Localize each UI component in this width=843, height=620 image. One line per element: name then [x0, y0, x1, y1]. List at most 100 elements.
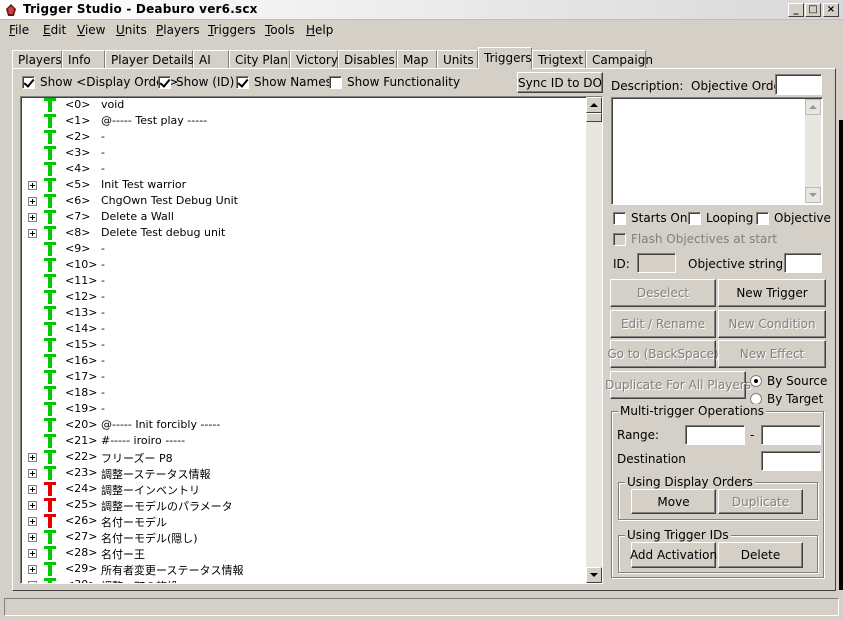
- trigger-row[interactable]: <16> -: [21, 353, 586, 369]
- add-activation-button[interactable]: Add Activation: [630, 542, 717, 568]
- trigger-row[interactable]: <28> 名付ー王: [21, 545, 586, 561]
- by-source-radio[interactable]: By Source: [750, 374, 827, 388]
- expand-icon[interactable]: [28, 469, 37, 478]
- tab-units[interactable]: Units: [437, 50, 478, 69]
- trigger-row[interactable]: <29> 所有者変更ーステータス情報: [21, 561, 586, 577]
- expand-icon[interactable]: [28, 197, 37, 206]
- tab-map[interactable]: Map: [397, 50, 437, 69]
- trigger-row[interactable]: <4> -: [21, 161, 586, 177]
- scroll-up-button[interactable]: [805, 99, 821, 115]
- minimize-button[interactable]: _: [788, 3, 804, 17]
- tab-victory[interactable]: Victory: [290, 50, 338, 69]
- trigger-row[interactable]: <18> -: [21, 385, 586, 401]
- description-textarea[interactable]: [611, 97, 823, 205]
- flash-objectives-checkbox[interactable]: Flash Objectives at start: [613, 232, 777, 246]
- trigger-row[interactable]: <1> @----- Test play -----: [21, 113, 586, 129]
- expand-icon[interactable]: [28, 453, 37, 462]
- trigger-row[interactable]: <13> -: [21, 305, 586, 321]
- trigger-row[interactable]: <17> -: [21, 369, 586, 385]
- tab-trigtext[interactable]: Trigtext: [532, 50, 586, 69]
- trigger-row[interactable]: <0> void: [21, 97, 586, 113]
- trigger-row[interactable]: <25> 調整ーモデルのパラメータ: [21, 497, 586, 513]
- edit-rename-button[interactable]: Edit / Rename: [610, 310, 716, 338]
- trigger-row[interactable]: <14> -: [21, 321, 586, 337]
- tab-triggers[interactable]: Triggers: [478, 47, 532, 69]
- show-id-checkbox[interactable]: Show (ID): [158, 75, 234, 89]
- expand-icon[interactable]: [28, 181, 37, 190]
- scroll-up-button[interactable]: [586, 97, 602, 113]
- tab-ai[interactable]: AI: [193, 50, 229, 69]
- trigger-row[interactable]: <15> -: [21, 337, 586, 353]
- close-button[interactable]: ×: [823, 3, 839, 17]
- tab-campaign[interactable]: Campaign: [586, 50, 653, 69]
- expand-icon[interactable]: [28, 213, 37, 222]
- deselect-button[interactable]: Deselect: [610, 279, 716, 307]
- sync-id-button[interactable]: Sync ID to DO: [517, 72, 603, 93]
- menu-edit[interactable]: Edit: [43, 23, 66, 37]
- maximize-button[interactable]: □: [805, 3, 821, 17]
- duplicate-button[interactable]: Duplicate: [718, 489, 803, 514]
- menu-view[interactable]: View: [77, 23, 105, 37]
- objective-order-input[interactable]: [775, 74, 822, 95]
- duplicate-for-all-players-button[interactable]: Duplicate For All Players: [605, 371, 751, 399]
- expand-icon[interactable]: [28, 549, 37, 558]
- show-functionality-checkbox[interactable]: Show Functionality: [329, 75, 460, 89]
- trigger-row[interactable]: <7> Delete a Wall: [21, 209, 586, 225]
- expand-icon[interactable]: [28, 533, 37, 542]
- trigger-row[interactable]: <26> 名付ーモデル: [21, 513, 586, 529]
- tab-disables[interactable]: Disables: [338, 50, 397, 69]
- trigger-list[interactable]: <0> void <1> @----- Test play ----- <2> - <3> -…: [20, 96, 603, 584]
- range-start-input[interactable]: [685, 425, 745, 445]
- trigger-row[interactable]: <21> #----- iroiro -----: [21, 433, 586, 449]
- expand-icon[interactable]: [28, 485, 37, 494]
- scroll-down-button[interactable]: [805, 187, 821, 203]
- tab-info[interactable]: Info: [62, 50, 105, 69]
- trigger-row[interactable]: <3> -: [21, 145, 586, 161]
- expand-icon[interactable]: [28, 229, 37, 238]
- expand-icon[interactable]: [28, 581, 37, 583]
- starts-on-checkbox[interactable]: Starts On: [613, 211, 687, 225]
- destination-input[interactable]: [761, 451, 821, 471]
- trigger-list-scrollbar[interactable]: [586, 97, 602, 583]
- menu-triggers[interactable]: Triggers: [208, 23, 256, 37]
- tab-players[interactable]: Players: [12, 50, 62, 69]
- trigger-row[interactable]: <19> -: [21, 401, 586, 417]
- menu-players[interactable]: Players: [156, 23, 200, 37]
- new-condition-button[interactable]: New Condition: [718, 310, 826, 338]
- show-names-checkbox[interactable]: Show Names: [236, 75, 332, 89]
- show-display-order-checkbox[interactable]: Show <Display Order>: [22, 75, 178, 89]
- scroll-thumb[interactable]: [586, 113, 602, 122]
- looping-checkbox[interactable]: Looping: [688, 211, 753, 225]
- trigger-row[interactable]: <9> -: [21, 241, 586, 257]
- trigger-row[interactable]: <10> -: [21, 257, 586, 273]
- new-effect-button[interactable]: New Effect: [718, 340, 826, 368]
- objective-string-id-input[interactable]: [784, 253, 822, 273]
- menu-help[interactable]: Help: [306, 23, 333, 37]
- range-end-input[interactable]: [761, 425, 821, 445]
- trigger-row[interactable]: <2> -: [21, 129, 586, 145]
- trigger-row[interactable]: <11> -: [21, 273, 586, 289]
- menu-file[interactable]: File: [9, 23, 29, 37]
- trigger-row[interactable]: <12> -: [21, 289, 586, 305]
- trigger-row[interactable]: <23> 調整ーステータス情報: [21, 465, 586, 481]
- trigger-row[interactable]: <22> フリーズー P8: [21, 449, 586, 465]
- expand-icon[interactable]: [28, 501, 37, 510]
- tab-player-details[interactable]: Player Details: [105, 50, 194, 69]
- expand-icon[interactable]: [28, 517, 37, 526]
- description-scrollbar[interactable]: [805, 99, 821, 203]
- move-button[interactable]: Move: [631, 489, 716, 514]
- expand-icon[interactable]: [28, 565, 37, 574]
- goto-button[interactable]: Go to (BackSpace): [607, 340, 719, 368]
- objective-checkbox[interactable]: Objective: [756, 211, 831, 225]
- new-trigger-button[interactable]: New Trigger: [718, 279, 826, 307]
- trigger-row[interactable]: <20> @----- Init forcibly -----: [21, 417, 586, 433]
- trigger-row[interactable]: <24> 調整ーインベントリ: [21, 481, 586, 497]
- tab-city-plan[interactable]: City Plan: [229, 50, 290, 69]
- menu-tools[interactable]: Tools: [265, 23, 295, 37]
- trigger-row[interactable]: <6> ChgOwn Test Debug Unit: [21, 193, 586, 209]
- scroll-down-button[interactable]: [586, 567, 602, 583]
- trigger-row[interactable]: <27> 名付ーモデル(隠し): [21, 529, 586, 545]
- trigger-row[interactable]: <30> 調整ー町の施設: [21, 577, 586, 583]
- trigger-row[interactable]: <8> Delete Test debug unit: [21, 225, 586, 241]
- trigger-row[interactable]: <5> Init Test warrior: [21, 177, 586, 193]
